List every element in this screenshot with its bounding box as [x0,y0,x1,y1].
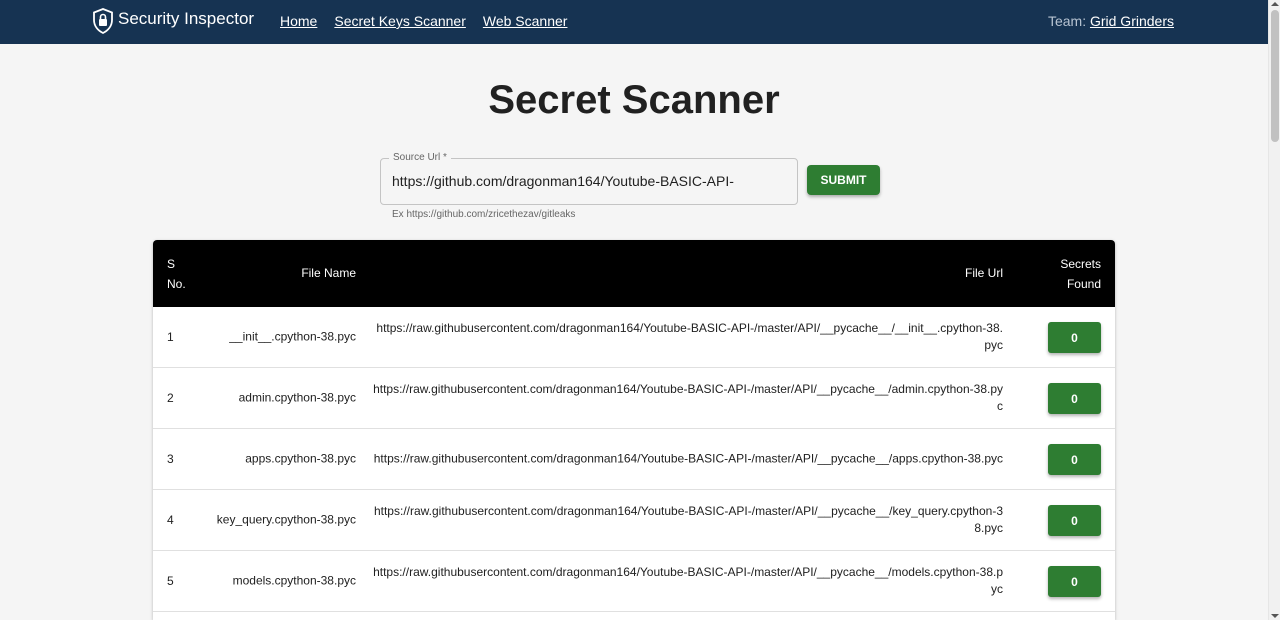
team-label: Team: [1047,13,1087,29]
row-sno: 2 [167,391,174,405]
secrets-count-button[interactable]: 0 [1048,383,1101,414]
header-secrets-line1: Secrets [1060,257,1101,271]
secrets-count-button[interactable]: 0 [1048,444,1101,475]
scroll-thumb[interactable] [1271,10,1279,142]
nav-link-web-scanner[interactable]: Web Scanner [483,13,568,29]
table-row: 2 admin.cpython-38.pyc https://raw.githu… [153,368,1115,429]
header-file-url: File Url [965,266,1003,280]
source-url-label: Source Url * [389,152,451,163]
source-url-input[interactable] [392,173,787,189]
table-row: 3 apps.cpython-38.pyc https://raw.github… [153,429,1115,490]
secrets-count-button[interactable]: 0 [1048,322,1101,353]
row-sno: 5 [167,574,174,588]
page-title: Secret Scanner [488,78,780,122]
header-secrets-found: Secrets Found [1041,254,1101,294]
team-name-link[interactable]: Grid Grinders [1090,13,1174,29]
row-sno: 3 [167,452,174,466]
scroll-down-arrow-icon[interactable] [1271,614,1279,618]
brand[interactable]: Security Inspector [92,8,255,35]
row-file-url: https://raw.githubusercontent.com/dragon… [373,382,1003,413]
row-file-url: https://raw.githubusercontent.com/dragon… [373,504,1003,535]
top-navbar: Security Inspector Home Secret Keys Scan… [0,0,1268,44]
secrets-count-button[interactable]: 0 [1048,505,1101,536]
row-file-name: apps.cpython-38.pyc [245,451,356,466]
nav-link-home[interactable]: Home [280,13,317,29]
row-file-name: __init__.cpython-38.pyc [229,329,356,344]
page-scrollbar[interactable] [1268,0,1280,620]
nav-links: Home Secret Keys Scanner Web Scanner [280,13,584,29]
row-file-name: models.cpython-38.pyc [232,573,356,588]
header-sno-line1: S [167,257,176,271]
table-row: 4 key_query.cpython-38.pyc https://raw.g… [153,490,1115,551]
row-file-url: https://raw.githubusercontent.com/dragon… [373,451,1003,466]
row-file-name: key_query.cpython-38.pyc [216,512,356,527]
table-header: S No. File Name File Url Secrets Found [153,240,1115,307]
table-row: 1 __init__.cpython-38.pyc https://raw.gi… [153,307,1115,368]
results-table: S No. File Name File Url Secrets Found 1… [153,240,1115,620]
header-sno-line2: No. [167,277,186,291]
submit-button[interactable]: SUBMIT [807,165,880,195]
scroll-up-arrow-icon[interactable] [1271,2,1279,6]
shield-lock-icon [92,8,114,35]
source-url-field[interactable]: Source Url * [380,152,798,205]
source-url-helper-text: Ex https://github.com/zricethezav/gitlea… [392,209,576,220]
row-file-name: admin.cpython-38.pyc [238,390,356,405]
row-file-url: https://raw.githubusercontent.com/dragon… [376,321,1003,352]
team-info: Team: Grid Grinders [1048,13,1174,29]
header-file-name: File Name [301,266,356,280]
header-sno: S No. [167,254,197,294]
brand-title: Security Inspector [118,9,255,28]
header-secrets-line2: Found [1066,277,1101,291]
table-row: 5 models.cpython-38.pyc https://raw.gith… [153,551,1115,612]
secrets-count-button[interactable]: 0 [1048,566,1101,597]
nav-link-secret-keys-scanner[interactable]: Secret Keys Scanner [334,13,466,29]
row-file-url: https://raw.githubusercontent.com/dragon… [373,565,1003,596]
row-sno: 1 [167,330,174,344]
row-sno: 4 [167,513,174,527]
